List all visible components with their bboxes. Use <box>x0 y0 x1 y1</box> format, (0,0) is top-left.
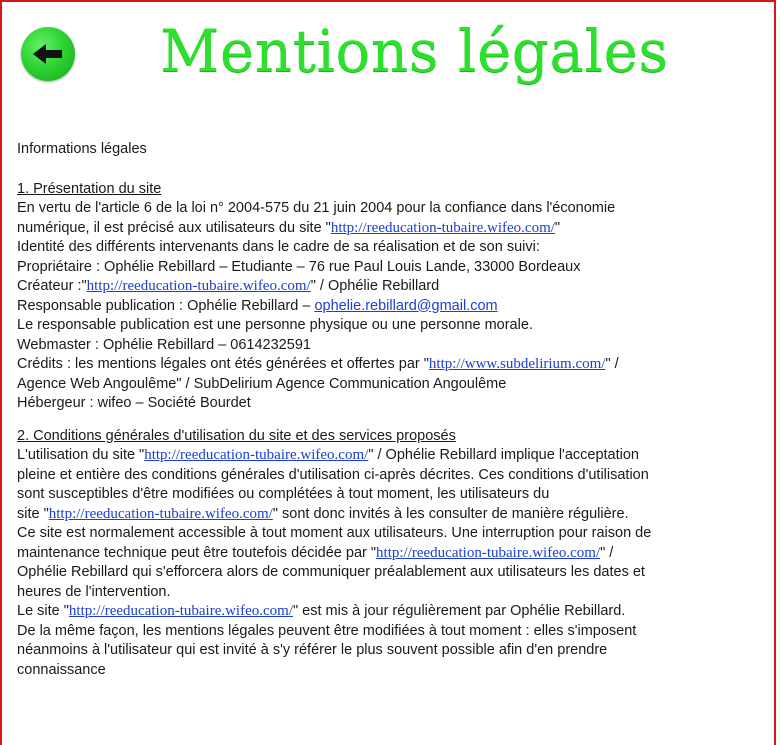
back-button[interactable] <box>21 27 75 81</box>
text-line: Ce site est normalement accessible à tou… <box>17 525 652 541</box>
text-line: connaissance <box>17 661 106 678</box>
text-line: Crédits : les mentions légales ont étés … <box>17 356 619 372</box>
section-presentation: 1. Présentation du site En vertu de l'ar… <box>17 180 762 414</box>
intro-heading: Informations légales <box>17 141 147 157</box>
text-line: Propriétaire : Ophélie Rebillard – Etudi… <box>17 258 581 275</box>
section-title: 2. Conditions générales d'utilisation du… <box>17 427 456 444</box>
arrow-left-icon <box>33 44 62 64</box>
section-title: 1. Présentation du site <box>17 180 162 197</box>
site-link[interactable]: http://reeducation-tubaire.wifeo.com/ <box>376 545 600 561</box>
site-link[interactable]: http://reeducation-tubaire.wifeo.com/ <box>69 603 293 619</box>
text-line: Le site "http://reeducation-tubaire.wife… <box>17 603 626 619</box>
text-line: sont susceptibles d'être modifiées ou co… <box>17 486 550 502</box>
page-title: Mentions légales <box>160 17 669 85</box>
text-line: Ophélie Rebillard qui s'efforcera alors … <box>17 564 645 580</box>
text-line: Identité des différents intervenants dan… <box>17 239 540 255</box>
site-link[interactable]: http://reeducation-tubaire.wifeo.com/ <box>144 447 368 463</box>
email-link[interactable]: ophelie.rebillard@gmail.com <box>314 298 497 314</box>
text-line: Webmaster : Ophélie Rebillard – 06142325… <box>17 336 311 353</box>
site-link[interactable]: http://reeducation-tubaire.wifeo.com/ <box>49 506 273 522</box>
text-line: site "http://reeducation-tubaire.wifeo.c… <box>17 505 629 522</box>
text-line: néanmoins à l'utilisateur qui est invité… <box>17 642 608 658</box>
text-line: En vertu de l'article 6 de la loi n° 200… <box>17 200 616 216</box>
text-line: L'utilisation du site "http://reeducatio… <box>17 447 639 463</box>
text-line: heures de l'intervention. <box>17 583 171 600</box>
site-link[interactable]: http://reeducation-tubaire.wifeo.com/ <box>331 220 555 236</box>
text-line: De la même façon, les mentions légales p… <box>17 622 637 639</box>
legal-content: Informations légales 1. Présentation du … <box>17 140 762 693</box>
text-line: Créateur :"http://reeducation-tubaire.wi… <box>17 278 440 294</box>
text-line: Responsable publication : Ophélie Rebill… <box>17 297 498 314</box>
text-line: maintenance technique peut être toutefoi… <box>17 544 614 561</box>
text-line: Agence Web Angoulême" / SubDelirium Agen… <box>17 375 507 392</box>
text-line: Le responsable publication est une perso… <box>17 317 533 333</box>
credits-link[interactable]: http://www.subdelirium.com/ <box>429 356 606 372</box>
text-line: pleine et entière des conditions général… <box>17 466 649 483</box>
site-link[interactable]: http://reeducation-tubaire.wifeo.com/ <box>87 278 311 294</box>
section-conditions: 2. Conditions générales d'utilisation du… <box>17 427 762 681</box>
text-line: Hébergeur : wifeo – Société Bourdet <box>17 395 251 411</box>
text-line: numérique, il est précisé aux utilisateu… <box>17 219 561 236</box>
